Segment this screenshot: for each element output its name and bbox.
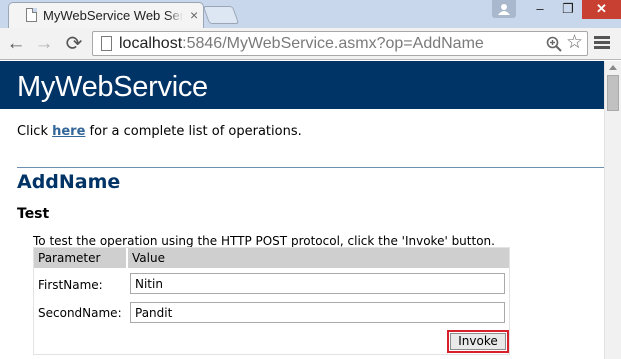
page-icon (101, 36, 112, 51)
page-viewport: MyWebService Click here for a complete l… (0, 61, 604, 359)
url-host: localhost (119, 35, 183, 52)
table-header-parameter: Parameter (34, 248, 126, 268)
firstname-field[interactable] (130, 273, 505, 294)
page-banner: MyWebService (0, 61, 604, 109)
reload-icon[interactable]: ⟳ (62, 32, 86, 56)
forward-arrow-icon[interactable]: → (32, 32, 56, 56)
operations-intro: Click here for a complete list of operat… (17, 124, 302, 139)
maximize-button[interactable]: ❐ (554, 0, 582, 19)
table-header-value: Value (128, 248, 509, 268)
close-window-button[interactable]: ✕ (582, 0, 621, 19)
test-instruction: To test the operation using the HTTP POS… (33, 234, 495, 248)
tab-title: MyWebService Web Service (43, 8, 183, 24)
section-divider (17, 167, 604, 168)
secondname-label: SecondName: (38, 306, 122, 320)
invoke-highlight: Invoke (447, 330, 509, 353)
zoom-icon[interactable] (546, 36, 562, 52)
profile-icon (498, 4, 510, 15)
url-path: :5846/MyWebService.asmx?op=AddName (182, 35, 484, 52)
vertical-scrollbar[interactable] (604, 61, 621, 359)
back-arrow-icon[interactable]: ← (4, 32, 28, 56)
browser-toolbar: ← → ⟳ localhost:5846/MyWebService.asmx?o… (0, 28, 621, 60)
intro-prefix: Click (17, 124, 53, 139)
operation-title: AddName (17, 171, 121, 193)
parameter-table: Parameter Value FirstName: SecondName: I… (33, 247, 510, 355)
firstname-label: FirstName: (38, 278, 103, 292)
operations-list-link[interactable]: here (52, 124, 85, 139)
tab-strip: MyWebService Web Service × – ❐ ✕ (0, 0, 621, 28)
tab-close-icon[interactable]: × (190, 7, 198, 23)
test-heading: Test (17, 206, 50, 222)
browser-tab[interactable]: MyWebService Web Service × (8, 2, 204, 28)
intro-suffix: for a complete list of operations. (85, 124, 302, 139)
star-icon[interactable]: ☆ (566, 33, 583, 53)
invoke-button[interactable]: Invoke (450, 333, 506, 350)
address-bar[interactable]: localhost:5846/MyWebService.asmx?op=AddN… (92, 31, 588, 56)
minimize-button[interactable]: – (526, 0, 554, 19)
menu-icon[interactable] (594, 36, 610, 50)
profile-button[interactable] (492, 0, 516, 18)
url-text[interactable]: localhost:5846/MyWebService.asmx?op=AddN… (119, 35, 484, 53)
scroll-up-arrow-icon[interactable] (609, 65, 617, 70)
new-tab-button[interactable] (202, 6, 240, 24)
page-icon (26, 8, 37, 22)
scrollbar-thumb[interactable] (607, 75, 619, 111)
secondname-field[interactable] (130, 302, 505, 323)
service-title: MyWebService (17, 71, 208, 103)
